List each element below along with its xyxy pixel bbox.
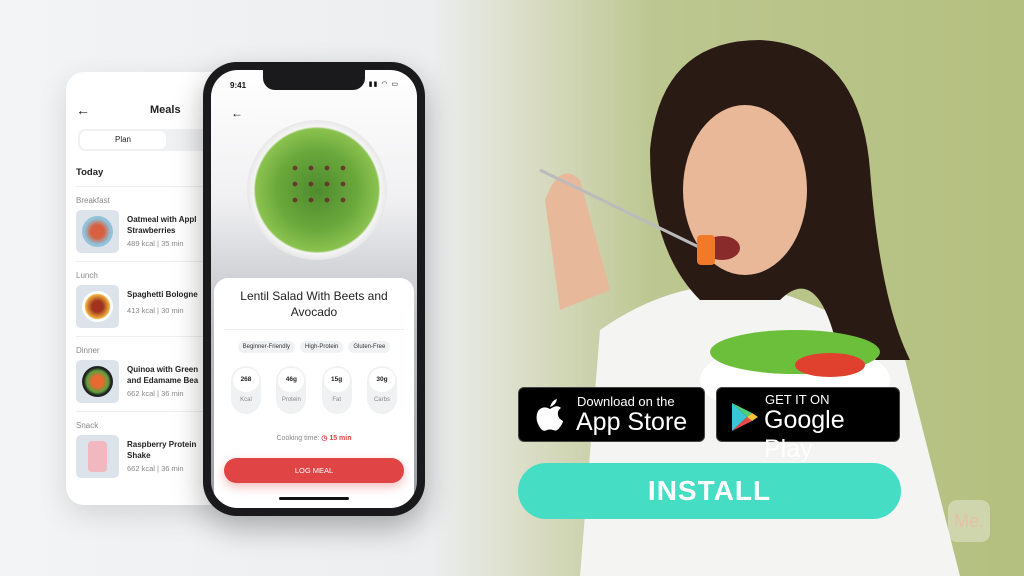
app-store-small-text: Download on the [577, 394, 675, 409]
macro-carbs: 30g Carbs [366, 366, 397, 414]
meal-meta: 413 kcal | 30 min [127, 306, 184, 315]
me-logo: Me. [948, 500, 990, 542]
tag: Beginner-Friendly [237, 341, 295, 353]
log-meal-button[interactable]: LOG MEAL [224, 458, 404, 483]
signal-wifi-battery-icon: ▮▮ ◠ ▭ [368, 81, 399, 88]
clock-icon: ◷ [321, 435, 328, 442]
notch [263, 70, 365, 90]
tag: Gluten-Free [348, 341, 391, 353]
macro-fat: 15g Fat [321, 366, 352, 414]
install-button[interactable]: INSTALL [518, 463, 901, 519]
front-phone: 9:41 ▮▮ ◠ ▭ ← Lentil Salad With Beets an… [203, 62, 425, 516]
meal-name: Quinoa with Green and Edamame Bea [127, 365, 199, 385]
google-play-icon [732, 403, 758, 431]
recipe-card: Lentil Salad With Beets and Avocado Begi… [214, 278, 414, 508]
salad-bowl-image [247, 120, 387, 260]
meal-thumbnail [76, 285, 119, 328]
macro-protein: 46g Protein [276, 366, 307, 414]
back-arrow-icon[interactable]: ← [76, 102, 90, 118]
home-indicator [279, 497, 349, 500]
recipe-screen: 9:41 ▮▮ ◠ ▭ ← Lentil Salad With Beets an… [211, 70, 417, 508]
meal-name: Oatmeal with Appl Strawberries [127, 215, 197, 235]
status-time: 9:41 [230, 81, 247, 90]
meal-thumbnail [76, 360, 119, 403]
apple-icon [536, 399, 563, 431]
meal-section: Dinner [76, 346, 100, 355]
meal-section: Snack [76, 421, 99, 430]
google-play-big-text: Google Play [764, 406, 845, 463]
google-play-small-text: GET IT ON [765, 392, 830, 407]
tab-plan[interactable]: Plan [80, 131, 166, 149]
meal-meta: 489 kcal | 35 min [127, 239, 184, 248]
meal-name: Raspberry Protein Shake [127, 440, 197, 460]
meal-section: Breakfast [76, 196, 110, 205]
app-store-big-text: App Store [576, 408, 688, 436]
meal-meta: 662 kcal | 36 min [127, 389, 184, 398]
google-play-button[interactable]: GET IT ON Google Play [716, 387, 900, 463]
today-heading: Today [76, 167, 104, 178]
cooking-time: Cooking time: ◷ 15 min [276, 435, 352, 442]
meal-thumbnail [76, 210, 119, 253]
back-arrow-icon[interactable]: ← [231, 106, 243, 120]
recipe-title: Lentil Salad With Beets and Avocado [240, 289, 388, 319]
meals-screen-back-phone: ← Meals Plan Fa Today Breakfast Oatmeal w… [66, 72, 216, 505]
tag: High-Protein [299, 341, 344, 353]
meal-thumbnail [76, 435, 119, 478]
app-store-button[interactable]: Download on the App Store [518, 387, 705, 442]
meal-name: Spaghetti Bologne [127, 290, 198, 299]
macro-kcal: 268 Kcal [231, 366, 261, 414]
plan-tabs: Plan Fa [78, 129, 216, 151]
screen-title: Meals [150, 104, 181, 116]
meal-section: Lunch [76, 271, 98, 280]
meal-meta: 662 kcal | 36 min [127, 464, 184, 473]
